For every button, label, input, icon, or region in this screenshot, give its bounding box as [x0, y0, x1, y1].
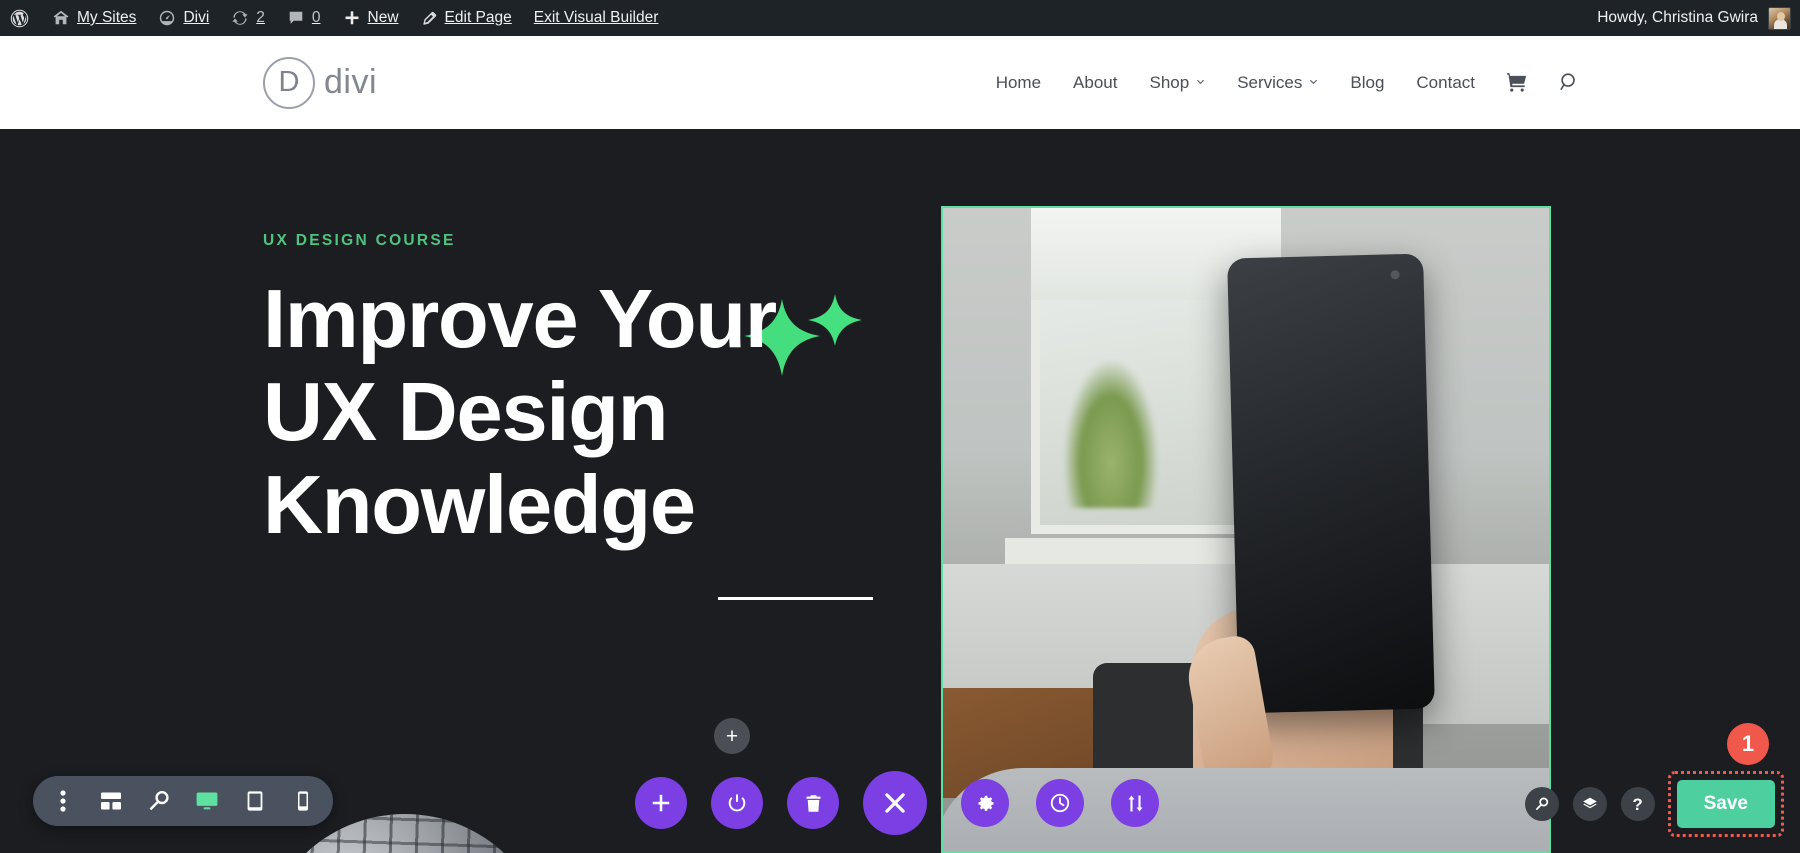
save-button-wrapper: 1 Save — [1667, 723, 1784, 837]
nav-item-shop[interactable]: Shop — [1133, 63, 1221, 103]
wireframe-view-icon[interactable] — [87, 776, 135, 826]
admin-bar-comments-count: 0 — [311, 9, 321, 26]
photo-phone-camera — [1390, 270, 1400, 280]
hero-headline-line-1: Improve Your — [263, 272, 777, 365]
sites-icon — [52, 9, 70, 27]
nav-item-blog[interactable]: Blog — [1334, 63, 1400, 103]
admin-bar-new[interactable]: New — [332, 0, 410, 36]
nav-item-home-label: Home — [995, 72, 1042, 92]
avatar — [1768, 6, 1791, 30]
admin-bar-my-sites[interactable]: My Sites — [41, 0, 147, 36]
admin-bar-greeting: Howdy, Christina Gwira — [1597, 9, 1758, 26]
plus-icon — [343, 9, 361, 27]
save-button[interactable]: Save — [1676, 780, 1775, 828]
builder-view-toolbar — [33, 776, 333, 826]
help-button-label: ? — [1632, 794, 1643, 814]
add-module-button-label: + — [725, 724, 739, 748]
admin-bar-my-sites-label: My Sites — [77, 9, 137, 26]
wordpress-icon — [9, 8, 30, 29]
nav-item-blog-label: Blog — [1350, 72, 1385, 92]
site-header: D divi Home About Shop Services Blog Con… — [0, 36, 1800, 129]
cart-icon[interactable] — [1491, 63, 1544, 103]
admin-bar-wordpress-logo[interactable] — [0, 0, 41, 36]
reorder-button[interactable] — [1111, 779, 1159, 827]
admin-bar-comments[interactable]: 0 — [276, 0, 332, 36]
tablet-view-icon[interactable] — [231, 776, 279, 826]
photo-plant — [1063, 358, 1159, 508]
zoom-out-view-icon[interactable] — [135, 776, 183, 826]
chevron-down-icon — [1197, 79, 1205, 85]
nav-item-about-label: About — [1073, 72, 1118, 92]
history-button[interactable] — [1036, 779, 1084, 827]
nav-item-shop-label: Shop — [1149, 72, 1190, 92]
nav-item-services-label: Services — [1237, 72, 1303, 92]
admin-bar-edit-page-label: Edit Page — [444, 9, 512, 26]
builder-utility-bar: ? 1 Save — [1524, 723, 1784, 837]
hero-headline-line-2: UX Design — [263, 364, 668, 458]
site-logo[interactable]: D divi — [263, 56, 378, 109]
hero-headline-line-3: Knowledge — [263, 457, 696, 551]
site-logo-text: divi — [324, 63, 378, 101]
photo-smartphone — [1227, 253, 1435, 714]
pencil-icon — [421, 10, 438, 27]
nav-item-contact-label: Contact — [1416, 72, 1475, 92]
admin-bar-divi-label: Divi — [183, 9, 210, 26]
nav-item-services[interactable]: Services — [1221, 63, 1334, 103]
phone-view-icon[interactable] — [279, 776, 327, 826]
toggle-disable-button[interactable] — [711, 777, 763, 829]
settings-button[interactable] — [961, 779, 1009, 827]
builder-section-actions — [635, 771, 1186, 835]
hero-eyebrow: UX DESIGN COURSE — [263, 232, 456, 249]
search-button[interactable] — [1524, 787, 1559, 821]
layers-button[interactable] — [1572, 787, 1607, 821]
divi-dashboard-icon — [158, 9, 176, 27]
admin-bar-exit-visual-builder-label: Exit Visual Builder — [533, 9, 659, 26]
add-section-button[interactable] — [635, 777, 687, 829]
updates-icon — [231, 9, 249, 27]
hero-divider — [718, 597, 873, 600]
hero-text-block: UX DESIGN COURSE Improve Your UX Design … — [263, 129, 903, 552]
hero-headline: Improve Your UX Design Knowledge — [263, 272, 903, 552]
more-options-icon[interactable] — [39, 776, 87, 826]
admin-bar-new-label: New — [367, 9, 399, 26]
admin-bar-updates[interactable]: 2 — [220, 0, 276, 36]
chevron-down-icon — [1310, 79, 1318, 85]
primary-navigation: Home About Shop Services Blog Contact — [980, 63, 1595, 103]
close-builder-button[interactable] — [863, 771, 927, 835]
step-badge-1: 1 — [1727, 723, 1769, 765]
delete-button[interactable] — [787, 777, 839, 829]
help-button[interactable]: ? — [1620, 787, 1655, 821]
admin-bar-exit-visual-builder[interactable]: Exit Visual Builder — [523, 0, 670, 36]
admin-bar-edit-page[interactable]: Edit Page — [410, 0, 523, 36]
add-module-button[interactable]: + — [714, 718, 750, 754]
hero-photo[interactable] — [941, 206, 1551, 853]
admin-bar-divi[interactable]: Divi — [147, 0, 220, 36]
desktop-view-icon[interactable] — [183, 776, 231, 826]
admin-bar-account[interactable]: Howdy, Christina Gwira — [1597, 6, 1800, 30]
admin-bar-updates-count: 2 — [256, 9, 265, 26]
wp-admin-bar: My Sites Divi 2 0 New Edit Page Exit Vis… — [0, 0, 1800, 36]
nav-item-home[interactable]: Home — [980, 63, 1057, 103]
nav-item-contact[interactable]: Contact — [1400, 63, 1491, 103]
search-icon[interactable] — [1544, 63, 1595, 103]
divi-logo-icon: D — [263, 56, 315, 109]
comments-icon — [287, 9, 305, 27]
nav-item-about[interactable]: About — [1057, 63, 1133, 103]
hero-section: UX DESIGN COURSE Improve Your UX Design … — [0, 129, 1800, 853]
